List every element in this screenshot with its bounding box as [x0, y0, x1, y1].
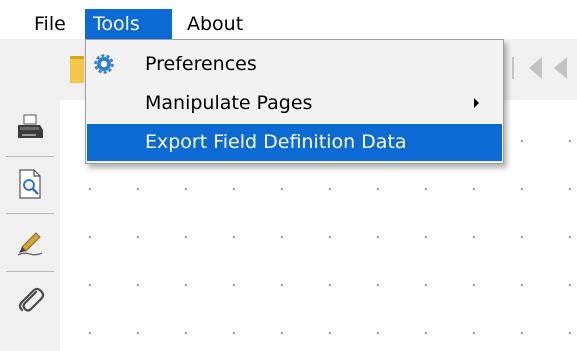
attach-button[interactable]: [6, 276, 54, 324]
menu-item-preferences[interactable]: Preferences: [87, 46, 502, 83]
left-tool-strip: [0, 100, 60, 351]
nav-back-icon[interactable]: [554, 57, 567, 79]
tool-divider: [6, 156, 54, 157]
paperclip-icon: [18, 287, 45, 312]
menu-tools[interactable]: Tools: [85, 9, 172, 39]
menu-item-export-field-definition-data[interactable]: Export Field Definition Data: [87, 124, 502, 161]
menu-item-label: Export Field Definition Data: [145, 131, 407, 153]
nav-first-icon[interactable]: [512, 57, 542, 79]
print-preview-icon: [19, 169, 41, 199]
submenu-arrow-icon: [474, 98, 479, 108]
annotate-button[interactable]: [6, 217, 54, 265]
menu-item-label: Manipulate Pages: [145, 92, 313, 114]
menu-item-label: Preferences: [145, 53, 257, 75]
tool-divider: [6, 271, 54, 272]
print-preview-button[interactable]: [6, 160, 54, 208]
pen-icon: [17, 232, 43, 256]
gear-icon: [94, 54, 114, 74]
menu-about[interactable]: About: [179, 9, 271, 39]
printer-icon: [18, 114, 43, 138]
tool-divider: [6, 213, 54, 214]
folder-icon[interactable]: [70, 56, 84, 83]
print-button[interactable]: [6, 104, 54, 152]
menu-bar: File Tools About: [0, 0, 577, 39]
menu-file[interactable]: File: [26, 9, 76, 39]
tools-dropdown-menu: Preferences Manipulate Pages Export Fiel…: [85, 39, 504, 164]
menu-item-manipulate-pages[interactable]: Manipulate Pages: [87, 85, 502, 122]
